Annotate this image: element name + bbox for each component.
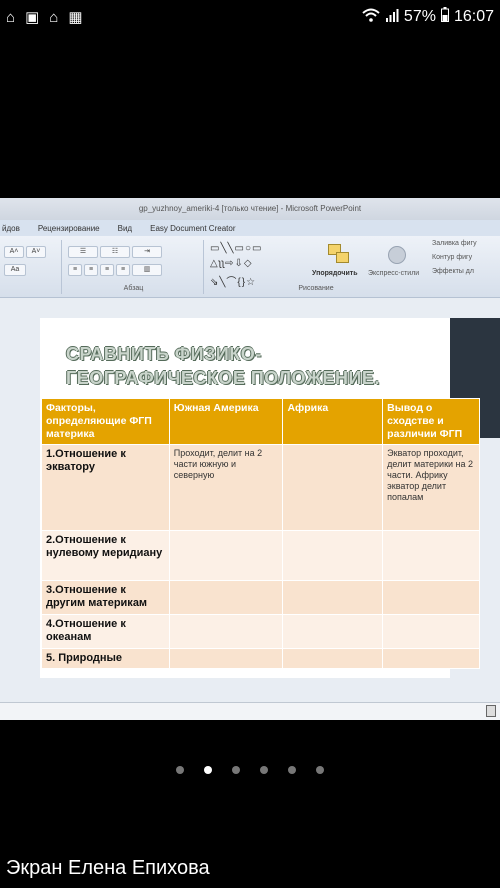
table-row: 2.Отношение к нулевому меридиану <box>41 530 480 581</box>
table-cell <box>382 614 480 649</box>
wifi-icon <box>362 8 380 27</box>
ribbon: A˄ A˅ Aa ☰ ☷ ⇥ ≡ ≡ ≡ ≡ ▥ Абзац ▭╲╲▭○▭ △ʅ… <box>0 236 500 298</box>
shrink-font-button[interactable]: A˅ <box>26 246 46 258</box>
font-group: A˄ A˅ Aa <box>0 240 62 294</box>
slide: СРАВНИТЬ ФИЗИКО- ГЕОГРАФИЧЕСКОЕ ПОЛОЖЕНИ… <box>40 318 480 678</box>
comparison-table: Факторы, определяющие ФГП материка Южная… <box>41 398 480 669</box>
page-dot[interactable] <box>176 766 184 774</box>
arrange-icon[interactable] <box>328 244 350 266</box>
page-dot[interactable] <box>288 766 296 774</box>
align-left-button[interactable]: ≡ <box>68 264 82 276</box>
gamepad-icon: ⌂ <box>49 8 59 26</box>
justify-button[interactable]: ≡ <box>116 264 130 276</box>
table-cell <box>168 614 284 649</box>
image-icon: ▣ <box>25 8 40 26</box>
table-header: Факторы, определяющие ФГП материка <box>41 398 170 445</box>
change-case-button[interactable]: Aa <box>4 264 26 276</box>
shapes-gallery[interactable]: ▭╲╲▭○▭ <box>210 243 262 254</box>
table-cell: 3.Отношение к другим материкам <box>41 580 170 615</box>
shape-fill-button[interactable]: Заливка фигу <box>432 240 477 247</box>
notification-icons: ⌂ ▣ ⌂ ▦ <box>6 10 83 25</box>
table-cell: Экватор проходит, делит материки на 2 ча… <box>382 444 480 531</box>
table-cell: Проходит, делит на 2 части южную и север… <box>168 444 284 531</box>
powerpoint-window: gp_yuzhnoy_ameriki-4 [только чтение] - M… <box>0 198 500 720</box>
table-cell <box>382 648 480 669</box>
align-right-button[interactable]: ≡ <box>100 264 114 276</box>
battery-percent: 57% <box>403 8 436 25</box>
table-cell: 2.Отношение к нулевому меридиану <box>41 530 170 581</box>
quick-styles-icon[interactable] <box>388 246 406 264</box>
table-row: 5. Природные <box>41 648 480 669</box>
table-header: Южная Америка <box>168 398 284 445</box>
clock: 16:07 <box>453 8 494 25</box>
page-dot-active[interactable] <box>204 766 212 774</box>
shape-effects-button[interactable]: Эффекты дл <box>432 268 474 275</box>
table-header: Вывод о сходстве и различии ФГП <box>382 398 480 445</box>
battery-icon <box>440 7 449 27</box>
table-cell <box>168 580 284 615</box>
image-caption: Экран Елена Епихова <box>6 857 210 879</box>
drawing-group-label: Рисование <box>298 285 334 292</box>
tab-easy-document-creator[interactable]: Easy Document Creator <box>150 224 235 233</box>
table-row: 4.Отношение к океанам <box>41 614 480 649</box>
align-center-button[interactable]: ≡ <box>84 264 98 276</box>
tab-slideshow[interactable]: йдов <box>2 224 20 233</box>
tab-view[interactable]: Вид <box>118 224 132 233</box>
table-cell <box>282 444 384 531</box>
table-cell <box>382 530 480 581</box>
ribbon-tabs: йдов Рецензирование Вид Easy Document Cr… <box>0 220 500 236</box>
slide-title-line2: ГЕОГРАФИЧЕСКОЕ ПОЛОЖЕНИЕ. <box>66 368 380 388</box>
columns-button[interactable]: ▥ <box>132 264 162 276</box>
status-bar: ⌂ ▣ ⌂ ▦ 57% 16:07 <box>0 0 500 34</box>
status-strip <box>0 702 500 720</box>
arrange-button[interactable]: Упорядочить <box>312 270 358 277</box>
table-cell: 5. Природные <box>41 648 170 669</box>
bullets-button[interactable]: ☰ <box>68 246 98 258</box>
tab-review[interactable]: Рецензирование <box>38 224 100 233</box>
shape-outline-button[interactable]: Контур фигу <box>432 254 472 261</box>
shapes-gallery-row2[interactable]: △ʅʅ⇨⇩◇ <box>210 258 253 269</box>
page-dot[interactable] <box>316 766 324 774</box>
table-cell: 1.Отношение к экватору <box>41 444 170 531</box>
table-cell <box>282 530 384 581</box>
slide-title-line1: СРАВНИТЬ ФИЗИКО- <box>66 344 262 364</box>
table-cell <box>168 530 284 581</box>
table-cell <box>282 580 384 615</box>
table-header-row: Факторы, определяющие ФГП материка Южная… <box>41 398 480 445</box>
paragraph-group: ☰ ☷ ⇥ ≡ ≡ ≡ ≡ ▥ Абзац <box>64 240 204 294</box>
drawing-group: ▭╲╲▭○▭ △ʅʅ⇨⇩◇ ⇘╲⌒{}☆ Упорядочить Экспрес… <box>206 240 426 294</box>
scrollbar-thumb[interactable] <box>486 705 496 717</box>
signal-icon <box>385 8 399 27</box>
window-title: gp_yuzhnoy_ameriki-4 [только чтение] - M… <box>0 198 500 220</box>
table-cell <box>282 648 384 669</box>
slide-title: СРАВНИТЬ ФИЗИКО- ГЕОГРАФИЧЕСКОЕ ПОЛОЖЕНИ… <box>66 342 380 390</box>
quick-styles-button[interactable]: Экспресс-стили <box>368 270 419 277</box>
grow-font-button[interactable]: A˄ <box>4 246 24 258</box>
page-indicator <box>0 766 500 774</box>
page-dot[interactable] <box>260 766 268 774</box>
table-cell: 4.Отношение к океанам <box>41 614 170 649</box>
indent-button[interactable]: ⇥ <box>132 246 162 258</box>
table-cell <box>382 580 480 615</box>
table-cell <box>282 614 384 649</box>
table-row: 3.Отношение к другим материкам <box>41 580 480 615</box>
numbering-button[interactable]: ☷ <box>100 246 130 258</box>
phone-screen: ⌂ ▣ ⌂ ▦ 57% 16:07 gp_yuzhnoy_ameriki-4 [… <box>0 0 500 888</box>
table-header: Африка <box>282 398 384 445</box>
gallery-icon: ▦ <box>68 8 83 26</box>
page-dot[interactable] <box>232 766 240 774</box>
system-status: 57% 16:07 <box>362 7 494 27</box>
table-cell <box>168 648 284 669</box>
paragraph-group-label: Абзац <box>123 285 144 292</box>
table-row: 1.Отношение к экватору Проходит, делит н… <box>41 444 480 531</box>
gamepad-icon: ⌂ <box>6 8 16 26</box>
